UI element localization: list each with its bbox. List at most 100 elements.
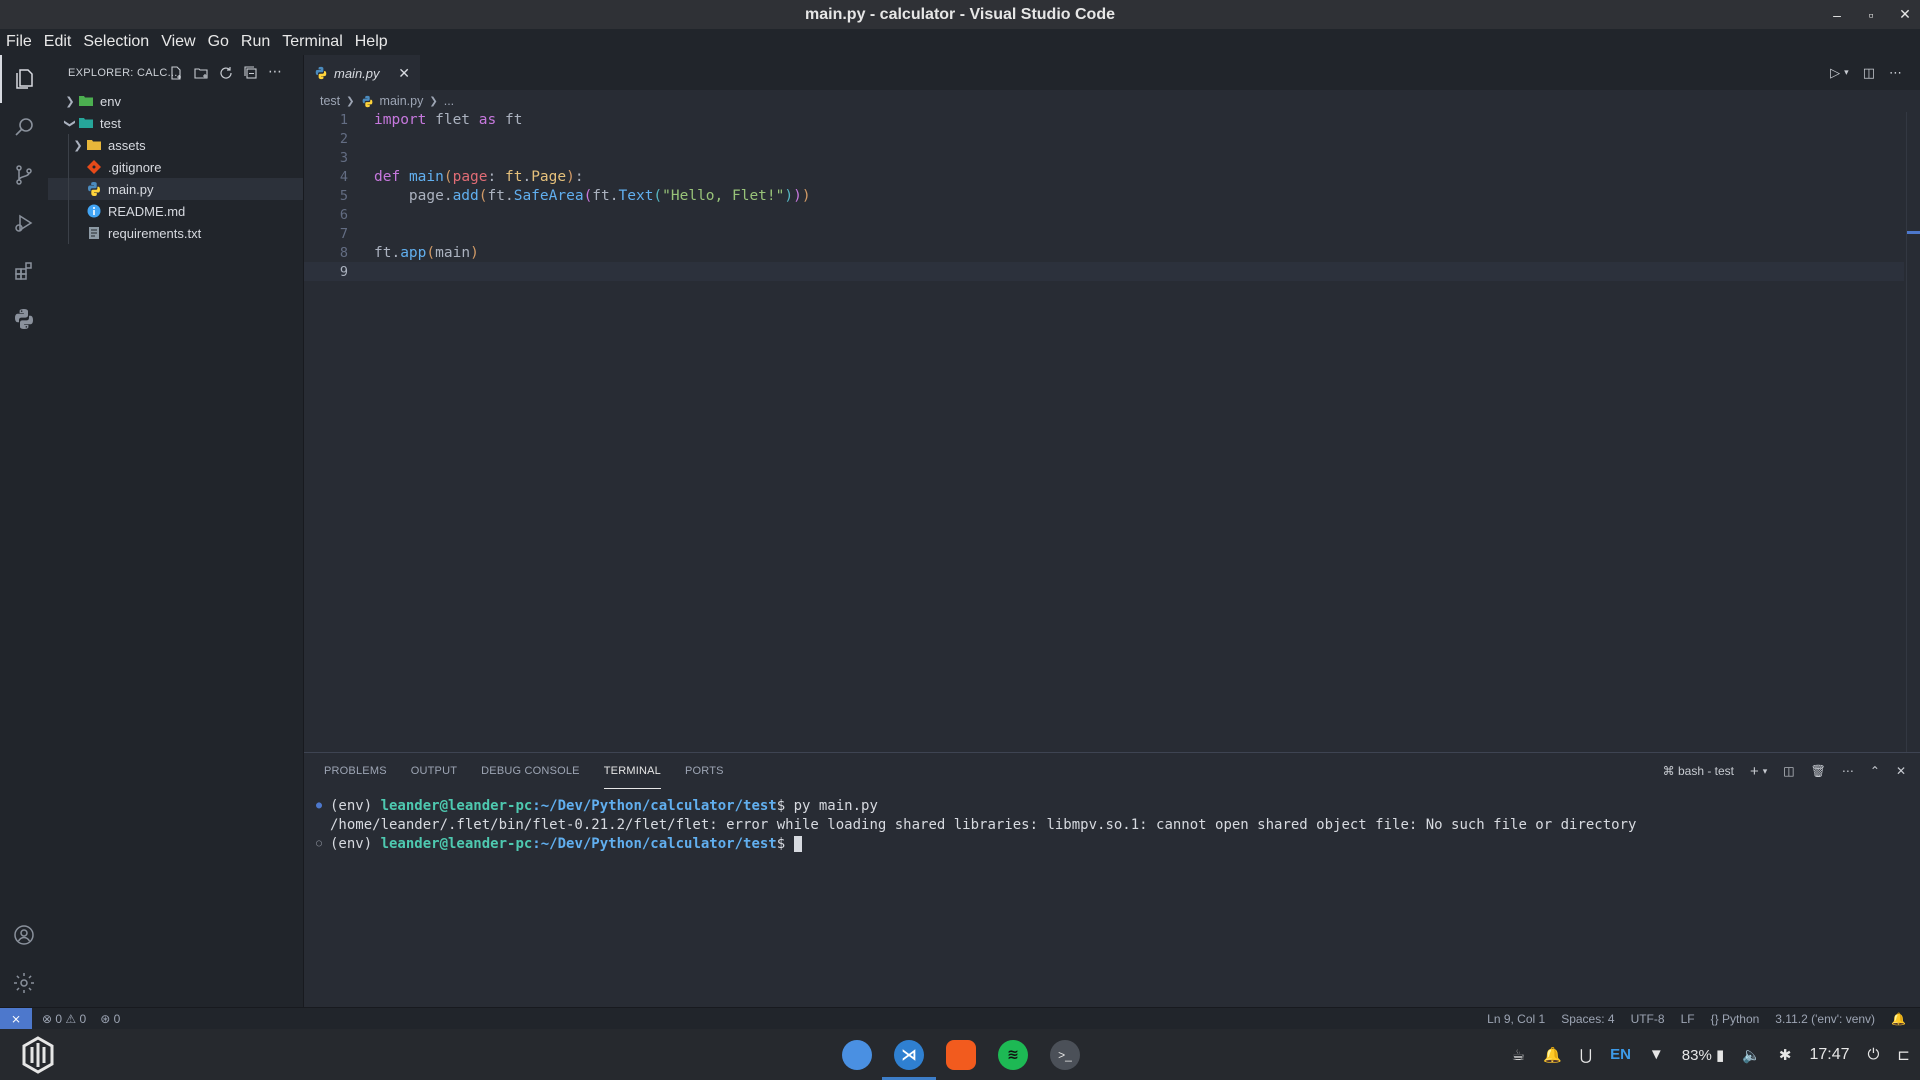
close-panel-icon[interactable]: ✕ [1896,764,1906,778]
volume-icon[interactable]: 🔈 [1742,1046,1761,1064]
notifications-bell-icon[interactable]: 🔔 [1543,1046,1562,1064]
menu-selection[interactable]: Selection [83,33,149,51]
explorer-icon[interactable] [0,55,48,103]
more-actions-icon[interactable]: ⋯ [1842,764,1854,778]
accounts-icon[interactable] [0,911,48,959]
tree-item-assets[interactable]: ❯ assets [48,134,303,156]
folder-yellow-icon [86,137,102,153]
menu-help[interactable]: Help [355,33,388,51]
command-success-icon: ● [316,800,323,811]
spotify-app-icon[interactable]: ≋ [998,1039,1028,1070]
tree-item-requirements[interactable]: requirements.txt [48,222,303,244]
code-editor[interactable]: 1 import flet as ft 2 3 4 def main(page: f… [304,112,1904,281]
chevron-down-icon[interactable]: ▾ [1844,67,1849,78]
close-window-button[interactable]: ✕ [1898,6,1912,23]
new-folder-icon[interactable] [193,65,209,81]
run-file-icon[interactable]: ▷ [1830,65,1840,81]
problems-status[interactable]: ⊗ 0 ⚠ 0 [42,1012,86,1026]
tree-item-env[interactable]: ❯ env [48,90,303,112]
tab-terminal[interactable]: TERMINAL [603,753,661,789]
tree-item-main-py[interactable]: main.py [48,178,303,200]
editor-area: main.py ✕ ▷ ▾ ◫ ⋯ test ❯ main.py ❯ ... 1… [304,55,1920,752]
menu-run[interactable]: Run [241,33,270,51]
breadcrumb-more[interactable]: ... [444,94,454,108]
more-actions-icon[interactable]: ⋯ [1889,65,1902,81]
more-actions-icon[interactable]: ⋯ [268,64,284,81]
terminal[interactable]: ● (env) leander@leander-pc:~/Dev/Python/c… [304,789,1920,853]
cursor-position[interactable]: Ln 9, Col 1 [1487,1012,1545,1026]
chevron-right-icon: ❯ [346,95,355,107]
python-file-icon [361,95,374,108]
breadcrumb-folder[interactable]: test [320,94,340,108]
code-line: 4 def main(page: ft.Page): [339,168,584,185]
maximize-panel-icon[interactable]: ⌃ [1870,764,1880,778]
minimize-button[interactable]: – [1830,7,1844,23]
tab-output[interactable]: OUTPUT [411,753,457,789]
source-control-icon[interactable] [0,151,48,199]
language-mode[interactable]: {} Python [1711,1012,1760,1026]
trash-icon[interactable]: 🗑 [1811,764,1826,778]
menu-file[interactable]: File [6,33,32,51]
indent-guide [68,134,69,156]
split-editor-icon[interactable]: ◫ [1863,65,1875,81]
remote-icon[interactable]: ⨯ [0,1007,32,1030]
app-launcher-logo-icon[interactable] [18,1035,58,1075]
folder-open-icon [78,115,94,131]
new-terminal-icon[interactable]: + [1750,763,1759,780]
vscode-app-icon[interactable]: ⋊ [882,1039,936,1080]
chevron-right-icon: ❯ [73,139,83,152]
collapse-all-icon[interactable] [243,65,259,81]
extensions-icon[interactable] [0,247,48,295]
battery-status[interactable]: 83% ▮ [1682,1046,1724,1064]
clock[interactable]: 17:47 [1810,1046,1850,1064]
end-of-line[interactable]: LF [1681,1012,1695,1026]
files-app-icon[interactable] [842,1039,872,1070]
chevron-down-icon[interactable]: ▾ [1763,766,1768,777]
breadcrumb-file[interactable]: main.py [380,94,424,108]
tree-item-label: .gitignore [108,159,162,175]
tab-ports[interactable]: PORTS [685,753,724,789]
indent-guide [68,156,69,178]
show-desktop-icon[interactable]: ⊏ [1897,1046,1910,1064]
power-icon[interactable]: ⏻ [1868,1046,1880,1063]
tree-item-label: assets [108,137,146,153]
tree-item-readme[interactable]: README.md [48,200,303,222]
menu-bar: File Edit Selection View Go Run Terminal… [0,29,1920,55]
run-debug-icon[interactable] [0,199,48,247]
bluetooth-off-icon[interactable]: ✱ [1779,1046,1792,1064]
notifications-bell-icon[interactable]: 🔔 [1891,1012,1906,1026]
app-indicator-icon[interactable]: ⋃ [1580,1046,1592,1064]
refresh-icon[interactable] [218,65,234,81]
tab-debug-console[interactable]: DEBUG CONSOLE [481,753,580,789]
tab-problems[interactable]: PROBLEMS [324,753,387,789]
python-icon[interactable] [0,295,48,343]
code-line: 2 [339,130,348,147]
tab-main-py[interactable]: main.py ✕ [304,55,420,90]
terminal-app-icon[interactable]: >_ [1050,1039,1080,1070]
settings-gear-icon[interactable] [0,959,48,1007]
menu-view[interactable]: View [161,33,195,51]
keyboard-layout[interactable]: EN [1610,1046,1631,1063]
python-interpreter[interactable]: 3.11.2 ('env': venv) [1775,1012,1875,1026]
mug-icon[interactable]: ☕ [1512,1046,1525,1064]
indent-guide [68,178,69,200]
git-icon [86,159,102,175]
tree-item-test[interactable]: ❯ test [48,112,303,134]
menu-edit[interactable]: Edit [44,33,72,51]
menu-go[interactable]: Go [208,33,229,51]
close-tab-icon[interactable]: ✕ [398,65,410,82]
split-terminal-icon[interactable]: ◫ [1783,764,1794,778]
maximize-button[interactable]: ▫ [1864,7,1878,23]
encoding[interactable]: UTF-8 [1631,1012,1665,1026]
battery-icon: ▮ [1715,1046,1725,1064]
indentation[interactable]: Spaces: 4 [1561,1012,1614,1026]
ports-status[interactable]: ⊛ 0 [100,1012,120,1026]
search-icon[interactable] [0,103,48,151]
new-file-icon[interactable] [168,65,184,81]
editor-scrollbar[interactable] [1906,112,1920,752]
tree-item-gitignore[interactable]: .gitignore [48,156,303,178]
menu-terminal[interactable]: Terminal [282,33,342,51]
wifi-icon[interactable]: ▼ [1649,1046,1664,1063]
terminal-selector[interactable]: ⌘ bash - test [1663,764,1734,778]
brave-app-icon[interactable] [946,1039,976,1070]
